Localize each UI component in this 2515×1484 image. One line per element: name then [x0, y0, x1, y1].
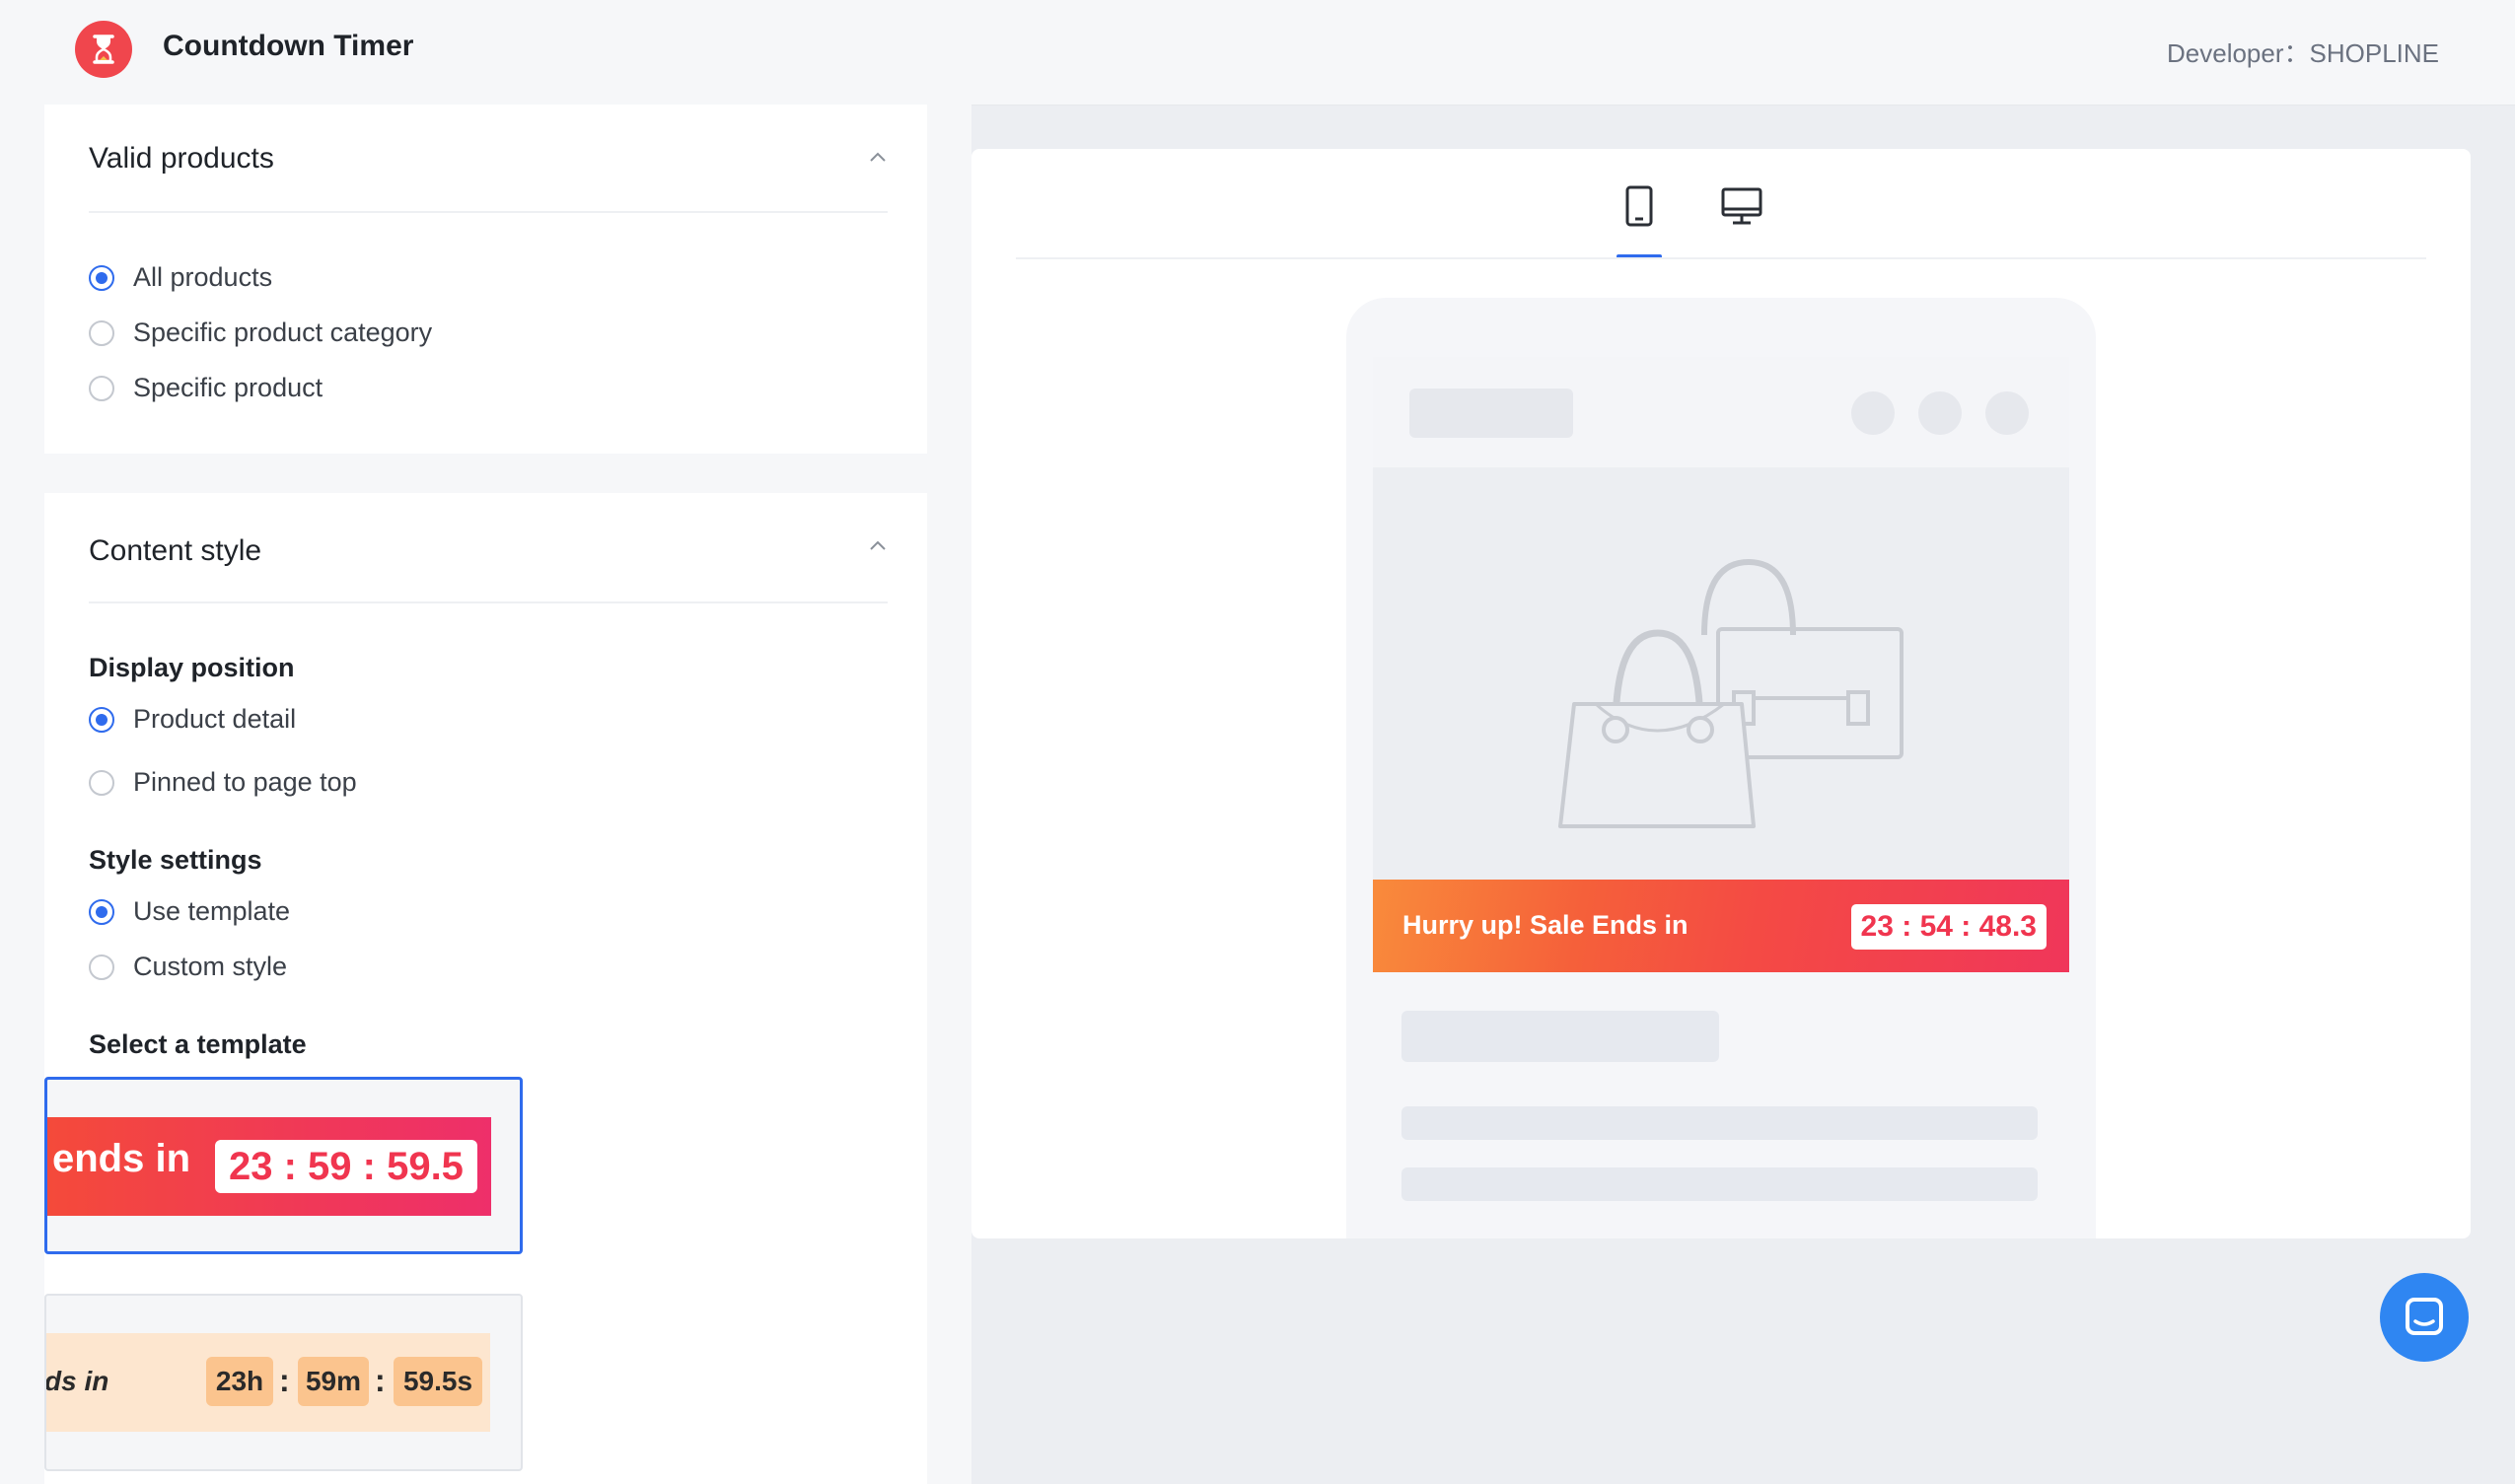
radio-button[interactable] [89, 375, 114, 401]
product-title-placeholder [1401, 1011, 1719, 1062]
valid-products-card: Valid products All products Specific pro… [44, 105, 927, 454]
style-settings-label: Style settings [89, 845, 262, 875]
countdown-banner: Hurry up! Sale Ends in 23 : 54 : 48.3 [1373, 880, 2069, 972]
shopping-bags-icon [1558, 558, 1904, 828]
chevron-up-icon[interactable] [866, 534, 890, 558]
template-option-1[interactable]: ends in 23 : 59 : 59.5 [44, 1077, 523, 1254]
tabs-divider [1016, 257, 2426, 259]
hourglass-icon [75, 21, 132, 78]
radio-pinned-to-page-top[interactable]: Pinned to page top [89, 767, 357, 798]
developer-label: Developer：SHOPLINE [2167, 38, 2439, 68]
content-style-title: Content style [89, 534, 262, 567]
phone-screen: Hurry up! Sale Ends in 23 : 54 : 48.3 [1373, 357, 2069, 1238]
radio-button[interactable] [89, 706, 114, 733]
timer-colon: : [375, 1363, 386, 1398]
radio-button[interactable] [89, 769, 114, 796]
radio-specific-product-category[interactable]: Specific product category [89, 318, 432, 348]
display-position-label: Display position [89, 653, 295, 682]
card-divider [89, 211, 888, 213]
text-line-placeholder [1401, 1167, 2038, 1201]
select-template-label: Select a template [89, 1029, 307, 1059]
template-banner-text: ds in [44, 1366, 109, 1396]
radio-button[interactable] [89, 954, 114, 980]
banner-timer: 23 : 54 : 48.3 [1850, 904, 2047, 950]
chat-button[interactable] [2380, 1273, 2469, 1362]
template-banner: ds in 23h : 59m : 59.5s [46, 1333, 490, 1432]
preview-panel: Hurry up! Sale Ends in 23 : 54 : 48.3 [971, 149, 2471, 1238]
radio-label: Specific product [133, 373, 323, 402]
radio-label: Specific product category [133, 318, 433, 347]
template-option-2[interactable]: ds in 23h : 59m : 59.5s [44, 1294, 523, 1471]
radio-label: Product detail [133, 704, 297, 734]
radio-product-detail[interactable]: Product detail [89, 704, 296, 735]
template-banner-text: ends in [52, 1137, 191, 1180]
mobile-icon[interactable] [1616, 182, 1663, 230]
store-logo-placeholder [1409, 389, 1573, 438]
radio-custom-style[interactable]: Custom style [89, 952, 287, 982]
header-icon-placeholder [1985, 391, 2029, 435]
phone-mockup: Hurry up! Sale Ends in 23 : 54 : 48.3 [1346, 298, 2096, 1238]
radio-button[interactable] [89, 264, 114, 291]
top-bar: Countdown Timer Developer：SHOPLINE [0, 0, 2515, 106]
radio-label: All products [133, 262, 273, 292]
app-title: Countdown Timer [163, 30, 414, 62]
chat-icon [2406, 1298, 2443, 1335]
chevron-up-icon[interactable] [866, 146, 890, 170]
desktop-icon[interactable] [1718, 182, 1765, 230]
timer-colon: : [279, 1363, 290, 1398]
radio-button[interactable] [89, 319, 114, 346]
store-header-placeholder [1373, 357, 2069, 467]
template-timer: 23 : 59 : 59.5 [215, 1140, 477, 1193]
radio-label: Use template [133, 896, 291, 926]
timer-minutes: 59m [298, 1357, 369, 1406]
settings-panel[interactable]: Valid products All products Specific pro… [0, 105, 971, 1484]
template-banner: ends in 23 : 59 : 59.5 [47, 1117, 491, 1216]
banner-text: Hurry up! Sale Ends in [1402, 910, 1689, 940]
header-icon-placeholder [1918, 391, 1962, 435]
header-icon-placeholder [1851, 391, 1895, 435]
text-line-placeholder [1401, 1106, 2038, 1140]
timer-hours: 23h [206, 1357, 273, 1406]
card-divider [89, 601, 888, 603]
radio-all-products[interactable]: All products [89, 262, 272, 293]
timer-seconds: 59.5s [394, 1357, 482, 1406]
product-image-placeholder [1373, 467, 2069, 880]
radio-button[interactable] [89, 898, 114, 925]
radio-specific-product[interactable]: Specific product [89, 373, 323, 403]
valid-products-title: Valid products [89, 142, 274, 175]
radio-label: Pinned to page top [133, 767, 357, 797]
radio-use-template[interactable]: Use template [89, 896, 290, 927]
radio-label: Custom style [133, 952, 288, 981]
